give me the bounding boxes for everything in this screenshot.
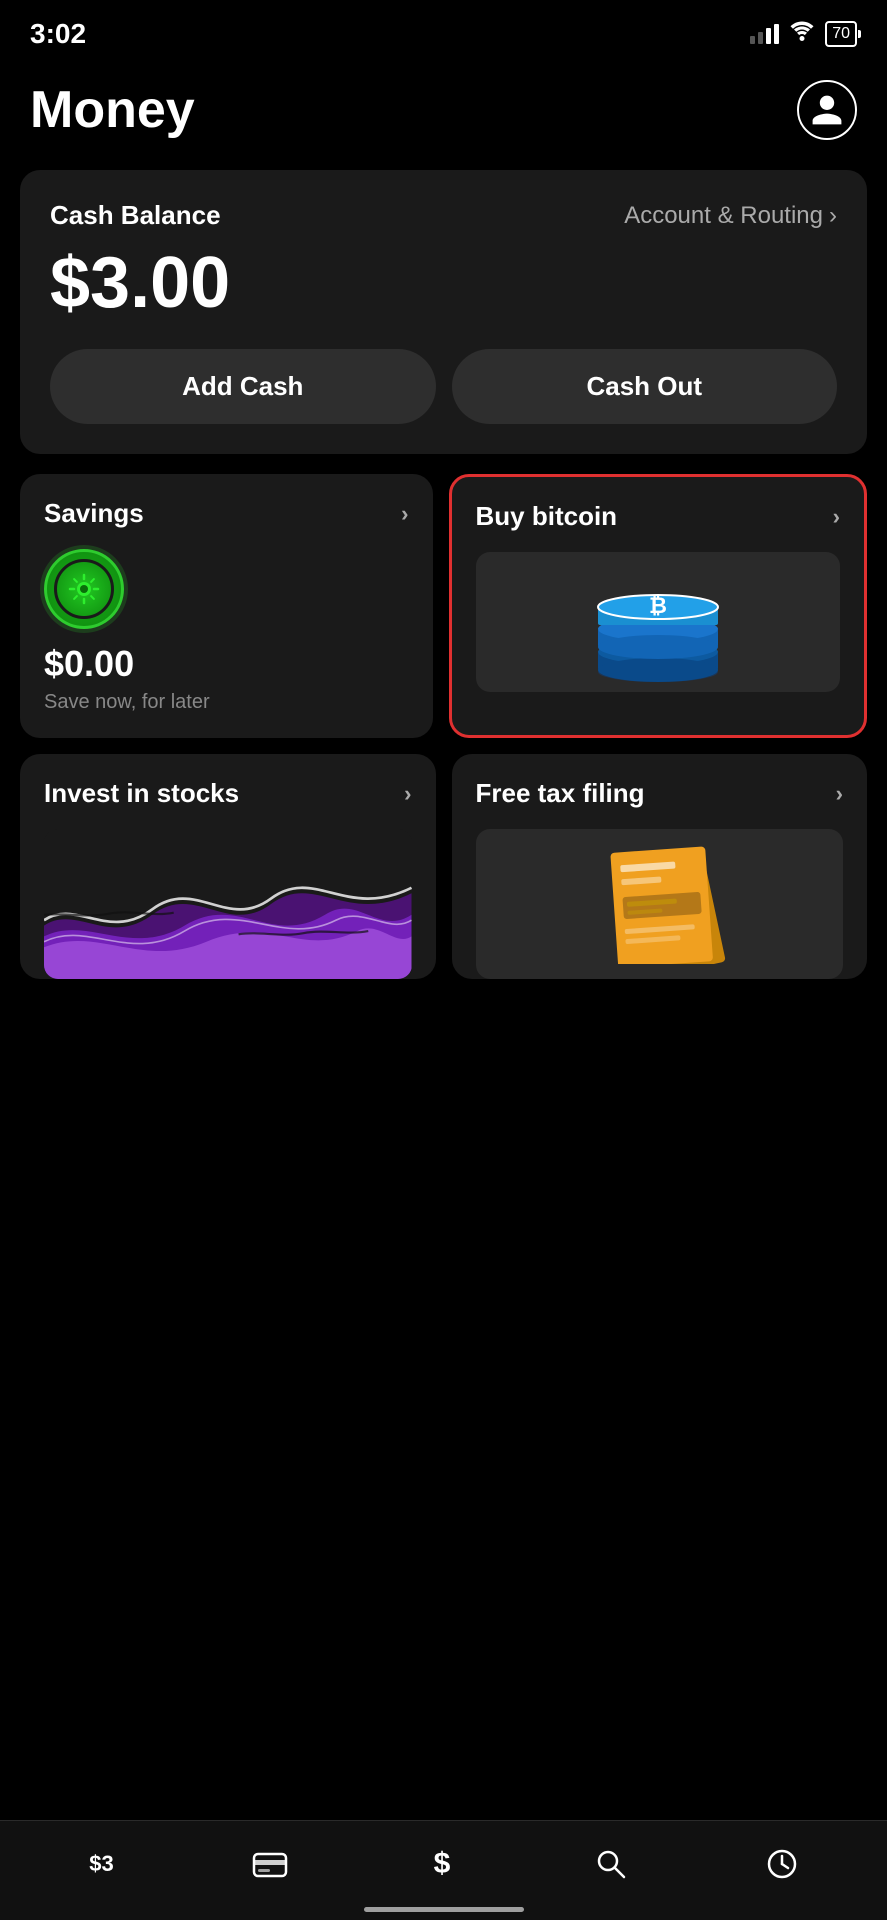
app-header: Money (0, 60, 887, 170)
search-icon (595, 1848, 627, 1880)
savings-subtitle: Save now, for later (44, 691, 409, 714)
nav-search[interactable] (595, 1848, 627, 1880)
tax-visual (476, 829, 844, 979)
status-icons: 70 (750, 21, 857, 47)
bitcoin-visual: ₿ (476, 552, 841, 692)
battery-icon: 70 (825, 21, 857, 47)
nav-balance-label: $3 (89, 1851, 113, 1877)
person-icon (809, 92, 845, 128)
savings-chevron: › (401, 501, 408, 527)
status-time: 3:02 (30, 18, 86, 50)
card-icon (252, 1849, 288, 1879)
nav-money[interactable]: $3 (89, 1851, 113, 1877)
svg-text:$: $ (433, 1847, 450, 1880)
nav-history[interactable] (766, 1848, 798, 1880)
grid-row-1: Savings › (20, 474, 867, 738)
tax-chevron: › (836, 781, 843, 807)
cash-out-button[interactable]: Cash Out (452, 349, 838, 424)
invest-chevron: › (404, 781, 411, 807)
signal-icon (750, 24, 779, 44)
action-buttons: Add Cash Cash Out (50, 349, 837, 424)
clock-icon (766, 1848, 798, 1880)
grid-row-2: Invest in stocks › (20, 754, 867, 979)
bitcoin-stack-svg: ₿ (578, 557, 738, 687)
add-cash-button[interactable]: Add Cash (50, 349, 436, 424)
tax-papers-svg (589, 844, 729, 964)
invest-wave-svg (44, 829, 412, 979)
account-routing-link[interactable]: Account & Routing › (624, 202, 837, 230)
bitcoin-card[interactable]: Buy bitcoin › (449, 474, 868, 738)
savings-amount: $0.00 (44, 643, 409, 685)
nav-card[interactable] (252, 1849, 288, 1879)
invest-visual (44, 829, 412, 979)
savings-card[interactable]: Savings › (20, 474, 433, 738)
page-title: Money (30, 80, 195, 140)
bottom-nav: $3 $ (0, 1820, 887, 1920)
profile-button[interactable] (797, 80, 857, 140)
invest-card-title: Invest in stocks › (44, 778, 412, 809)
cash-balance-card: Cash Balance Account & Routing › $3.00 A… (20, 170, 867, 454)
status-bar: 3:02 70 (0, 0, 887, 60)
savings-icon (44, 549, 124, 629)
invest-card[interactable]: Invest in stocks › (20, 754, 436, 979)
tax-card-title: Free tax filing › (476, 778, 844, 809)
svg-text:₿: ₿ (649, 593, 667, 618)
home-indicator (364, 1907, 524, 1912)
account-routing-chevron: › (829, 202, 837, 230)
main-content: Cash Balance Account & Routing › $3.00 A… (0, 170, 887, 979)
bitcoin-card-title: Buy bitcoin › (476, 501, 841, 532)
savings-sun-icon (66, 571, 102, 607)
savings-card-title: Savings › (44, 498, 409, 529)
wifi-icon (789, 21, 815, 47)
balance-amount: $3.00 (50, 247, 837, 319)
tax-card[interactable]: Free tax filing › (452, 754, 868, 979)
nav-dollar[interactable]: $ (427, 1847, 457, 1881)
bitcoin-chevron: › (833, 504, 840, 530)
dollar-icon: $ (427, 1847, 457, 1881)
account-routing-text: Account & Routing (624, 202, 823, 230)
card-header: Cash Balance Account & Routing › (50, 200, 837, 231)
cash-balance-label: Cash Balance (50, 200, 221, 231)
